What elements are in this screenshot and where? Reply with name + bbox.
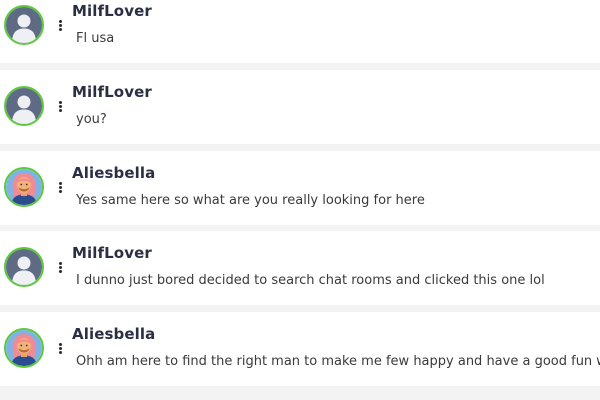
default-user-icon xyxy=(6,7,42,43)
chat-message: MilfLover Fl usa xyxy=(0,0,600,63)
chat-message: MilfLover I dunno just bored decided to … xyxy=(0,231,600,305)
chat-message-list: MilfLover Fl usa MilfLover you? Aliesbel… xyxy=(0,0,600,400)
avatar[interactable] xyxy=(4,86,44,126)
more-options-icon[interactable] xyxy=(57,101,63,115)
avatar[interactable] xyxy=(4,5,44,45)
more-options-icon[interactable] xyxy=(57,262,63,276)
username[interactable]: Aliesbella xyxy=(72,164,155,182)
message-text: I dunno just bored decided to search cha… xyxy=(76,273,545,288)
username[interactable]: MilfLover xyxy=(72,83,152,101)
username[interactable]: MilfLover xyxy=(72,2,152,20)
message-text: Yes same here so what are you really loo… xyxy=(76,193,425,208)
message-text: Fl usa xyxy=(76,31,115,46)
chat-message: Aliesbella Ohh am here to find the right… xyxy=(0,312,600,386)
message-text: Ohh am here to find the right man to mak… xyxy=(76,354,600,369)
username[interactable]: Aliesbella xyxy=(72,325,155,343)
avatar[interactable] xyxy=(4,167,44,207)
chat-message: MilfLover you? xyxy=(0,70,600,144)
username[interactable]: MilfLover xyxy=(72,244,152,262)
avatar[interactable] xyxy=(4,328,44,368)
avatar[interactable] xyxy=(4,247,44,287)
message-text: you? xyxy=(76,112,107,127)
default-user-icon xyxy=(6,88,42,124)
more-options-icon[interactable] xyxy=(57,20,63,34)
female-user-icon xyxy=(6,169,42,205)
more-options-icon[interactable] xyxy=(57,182,63,196)
chat-message: Aliesbella Yes same here so what are you… xyxy=(0,151,600,225)
more-options-icon[interactable] xyxy=(57,343,63,357)
female-user-icon xyxy=(6,330,42,366)
default-user-icon xyxy=(6,249,42,285)
